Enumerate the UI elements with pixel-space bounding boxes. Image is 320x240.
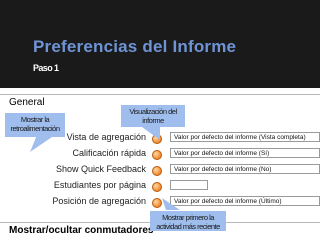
callout-feedback-pointer: [30, 135, 55, 152]
callout-visualization-pointer: [142, 127, 160, 140]
callout-activity: Mostrar primero la actividad más recient…: [150, 211, 226, 231]
callout-activity-pointer: [162, 198, 180, 210]
callout-feedback: Mostrar la retroalimentación: [5, 113, 65, 137]
callout-visualization: Visualización del informe: [121, 105, 185, 127]
